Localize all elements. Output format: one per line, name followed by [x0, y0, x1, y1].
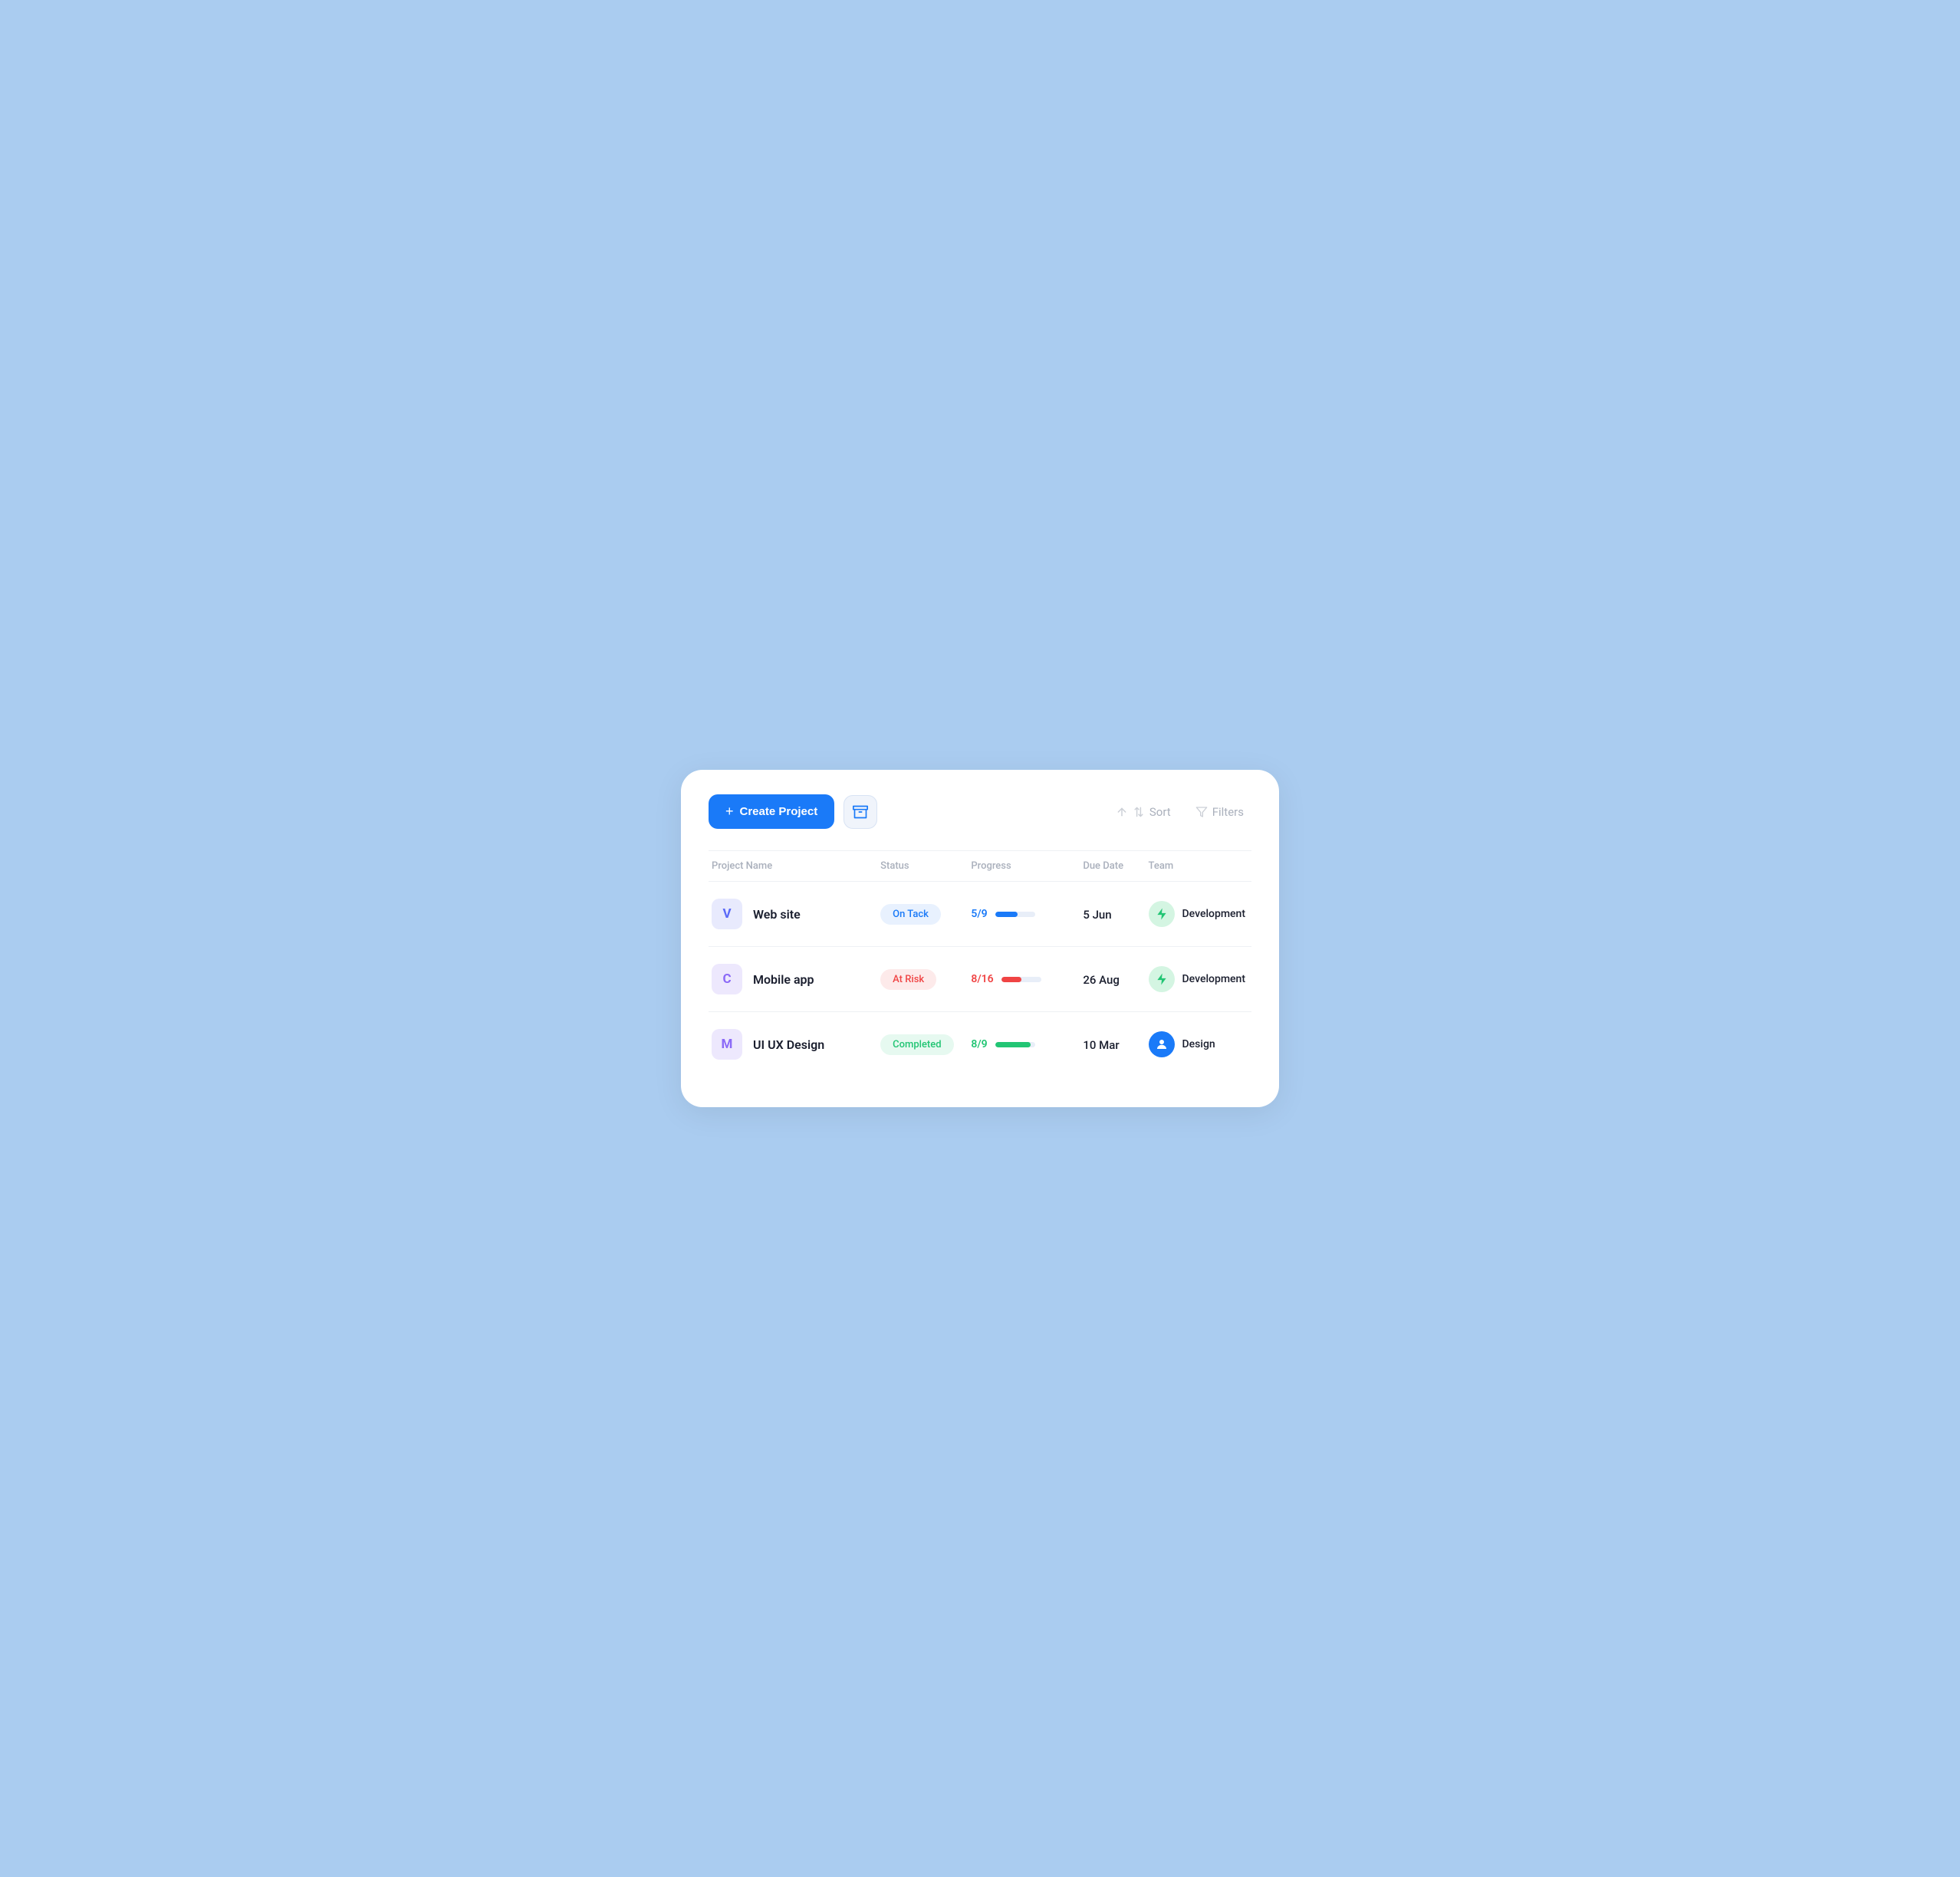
progress-bar-fill — [995, 1042, 1031, 1047]
team-name: Design — [1182, 1038, 1215, 1050]
team-name: Development — [1182, 908, 1245, 920]
table-row[interactable]: C Mobile app At Risk 8/16 26 Aug — [709, 947, 1251, 1012]
toolbar: + Create Project Sort — [709, 794, 1251, 829]
team-cell: Development — [1143, 882, 1251, 947]
team-icon — [1149, 966, 1175, 992]
progress-bar-track — [995, 912, 1035, 917]
progress-fraction: 5/9 — [971, 908, 987, 920]
project-name-cell: C Mobile app — [709, 947, 874, 1012]
status-badge: Completed — [880, 1034, 953, 1055]
col-due-date: Due Date — [1077, 851, 1142, 882]
projects-table: Project Name Status Progress Due Date Te… — [709, 850, 1251, 1077]
filters-button[interactable]: Filters — [1188, 800, 1251, 823]
status-cell: Completed — [874, 1012, 965, 1077]
col-project-name: Project Name — [709, 851, 874, 882]
table-header-row: Project Name Status Progress Due Date Te… — [709, 851, 1251, 882]
filter-icon — [1195, 806, 1208, 818]
project-name-cell: V Web site — [709, 882, 874, 947]
progress-bar-track — [1001, 977, 1041, 982]
progress-fraction: 8/9 — [971, 1038, 987, 1050]
sort-label: Sort — [1149, 805, 1171, 819]
archive-button[interactable] — [844, 795, 877, 829]
team-cell: Design — [1143, 1012, 1251, 1077]
progress-bar-fill — [995, 912, 1018, 917]
sort-arrows-icon — [1133, 806, 1145, 818]
status-cell: On Tack — [874, 882, 965, 947]
progress-bar-fill — [1001, 977, 1021, 982]
progress-cell: 5/9 — [965, 882, 1077, 947]
progress-cell: 8/9 — [965, 1012, 1077, 1077]
project-name: UI UX Design — [753, 1037, 824, 1052]
sort-icon — [1116, 806, 1128, 818]
archive-icon — [853, 804, 868, 820]
status-cell: At Risk — [874, 947, 965, 1012]
col-team: Team — [1143, 851, 1251, 882]
progress-bar-track — [995, 1042, 1035, 1047]
table-row[interactable]: V Web site On Tack 5/9 5 Jun — [709, 882, 1251, 947]
progress-fraction: 8/16 — [971, 973, 993, 985]
project-name-cell: M UI UX Design — [709, 1012, 874, 1077]
due-date-cell: 5 Jun — [1077, 882, 1142, 947]
create-project-label: Create Project — [740, 805, 818, 818]
due-date-cell: 26 Aug — [1077, 947, 1142, 1012]
col-progress: Progress — [965, 851, 1077, 882]
sort-button[interactable]: Sort — [1108, 800, 1179, 823]
due-date: 10 Mar — [1083, 1038, 1119, 1052]
team-icon — [1149, 901, 1175, 927]
team-cell: Development — [1143, 947, 1251, 1012]
status-badge: On Tack — [880, 904, 941, 925]
create-project-button[interactable]: + Create Project — [709, 794, 834, 829]
project-name: Mobile app — [753, 972, 814, 987]
project-avatar: V — [712, 899, 742, 929]
team-icon — [1149, 1031, 1175, 1057]
due-date: 5 Jun — [1083, 908, 1111, 922]
filters-label: Filters — [1212, 805, 1244, 819]
project-avatar: C — [712, 964, 742, 994]
status-badge: At Risk — [880, 969, 936, 990]
table-row[interactable]: M UI UX Design Completed 8/9 10 Mar — [709, 1012, 1251, 1077]
project-name: Web site — [753, 907, 801, 922]
due-date-cell: 10 Mar — [1077, 1012, 1142, 1077]
progress-cell: 8/16 — [965, 947, 1077, 1012]
main-card: + Create Project Sort — [681, 770, 1279, 1107]
project-avatar: M — [712, 1029, 742, 1060]
due-date: 26 Aug — [1083, 973, 1120, 987]
team-name: Development — [1182, 973, 1245, 985]
plus-icon: + — [725, 804, 734, 820]
col-status: Status — [874, 851, 965, 882]
